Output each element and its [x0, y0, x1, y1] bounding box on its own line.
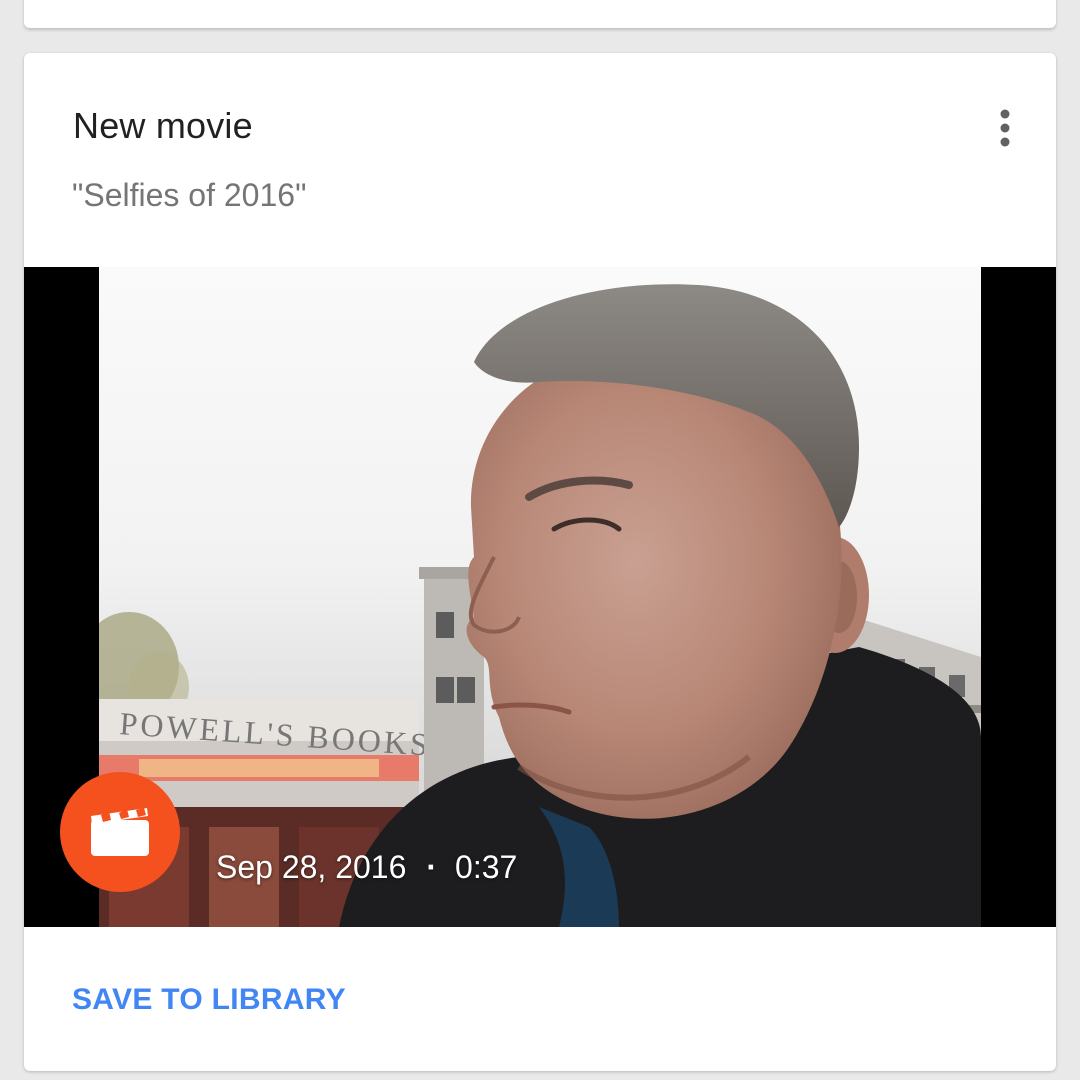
movie-metadata: Sep 28, 2016 · 0:37 [216, 849, 517, 886]
movie-date: Sep 28, 2016 [216, 849, 407, 885]
movie-duration: 0:37 [455, 849, 518, 885]
card-subtitle: "Selfies of 2016" [72, 177, 307, 213]
movie-badge [60, 772, 180, 892]
card-title: New movie [73, 105, 253, 146]
meta-separator: · [426, 849, 438, 885]
movie-thumbnail[interactable]: POWELL'S BOOKS Sep 28, 2016 · 0:37 [24, 267, 1056, 927]
more-options-button[interactable] [980, 103, 1030, 153]
more-vert-icon [1000, 109, 1010, 147]
save-to-library-button[interactable]: SAVE TO LIBRARY [72, 983, 346, 1017]
movie-clapperboard-icon [91, 808, 149, 856]
movie-card: New movie "Selfies of 2016" POWELL'S BOO… [24, 53, 1056, 1071]
screen: New movie "Selfies of 2016" POWELL'S BOO… [0, 0, 1080, 1080]
previous-card [24, 0, 1056, 28]
selfie-photo: POWELL'S BOOKS [99, 267, 981, 927]
